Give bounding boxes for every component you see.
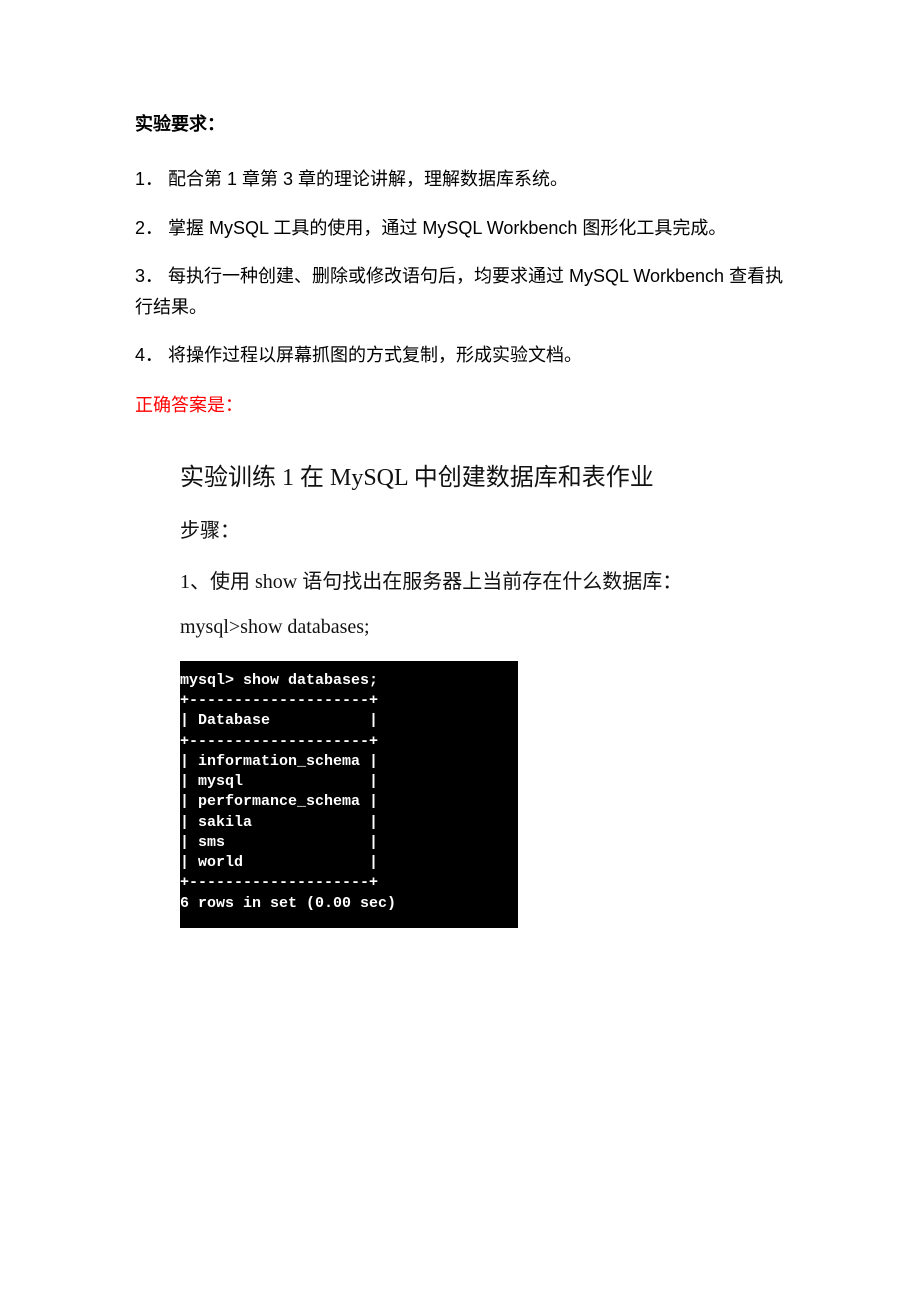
terminal-line: | sms | bbox=[180, 833, 510, 853]
terminal-line: | information_schema | bbox=[180, 752, 510, 772]
document-page: 实验要求： 1． 配合第 1 章第 3 章的理论讲解，理解数据库系统。 2． 掌… bbox=[0, 0, 920, 988]
answer-label: 正确答案是： bbox=[135, 391, 790, 417]
terminal-line: +--------------------+ bbox=[180, 873, 510, 893]
exercise-title: 实验训练 1 在 MySQL 中创建数据库和表作业 bbox=[180, 457, 790, 492]
terminal-screenshot: mysql> show databases; +----------------… bbox=[180, 661, 518, 928]
requirement-item: 3． 每执行一种创建、删除或修改语句后，均要求通过 MySQL Workbenc… bbox=[135, 261, 790, 322]
terminal-line: | Database | bbox=[180, 711, 510, 731]
command-text: mysql>show databases; bbox=[180, 616, 790, 639]
terminal-line: | performance_schema | bbox=[180, 792, 510, 812]
terminal-line: +--------------------+ bbox=[180, 732, 510, 752]
terminal-line: | world | bbox=[180, 853, 510, 873]
terminal-line: | sakila | bbox=[180, 813, 510, 833]
requirement-item: 4． 将操作过程以屏幕抓图的方式复制，形成实验文档。 bbox=[135, 340, 790, 371]
requirement-item: 1． 配合第 1 章第 3 章的理论讲解，理解数据库系统。 bbox=[135, 164, 790, 195]
terminal-line: | mysql | bbox=[180, 772, 510, 792]
terminal-line: +--------------------+ bbox=[180, 691, 510, 711]
section-heading: 实验要求： bbox=[135, 110, 790, 136]
requirement-item: 2． 掌握 MySQL 工具的使用，通过 MySQL Workbench 图形化… bbox=[135, 213, 790, 244]
terminal-line: 6 rows in set (0.00 sec) bbox=[180, 894, 510, 914]
step-text: 1、使用 show 语句找出在服务器上当前存在什么数据库： bbox=[180, 565, 790, 594]
steps-label: 步骤： bbox=[180, 514, 790, 543]
answer-content: 实验训练 1 在 MySQL 中创建数据库和表作业 步骤： 1、使用 show … bbox=[135, 457, 790, 928]
terminal-line: mysql> show databases; bbox=[180, 671, 510, 691]
